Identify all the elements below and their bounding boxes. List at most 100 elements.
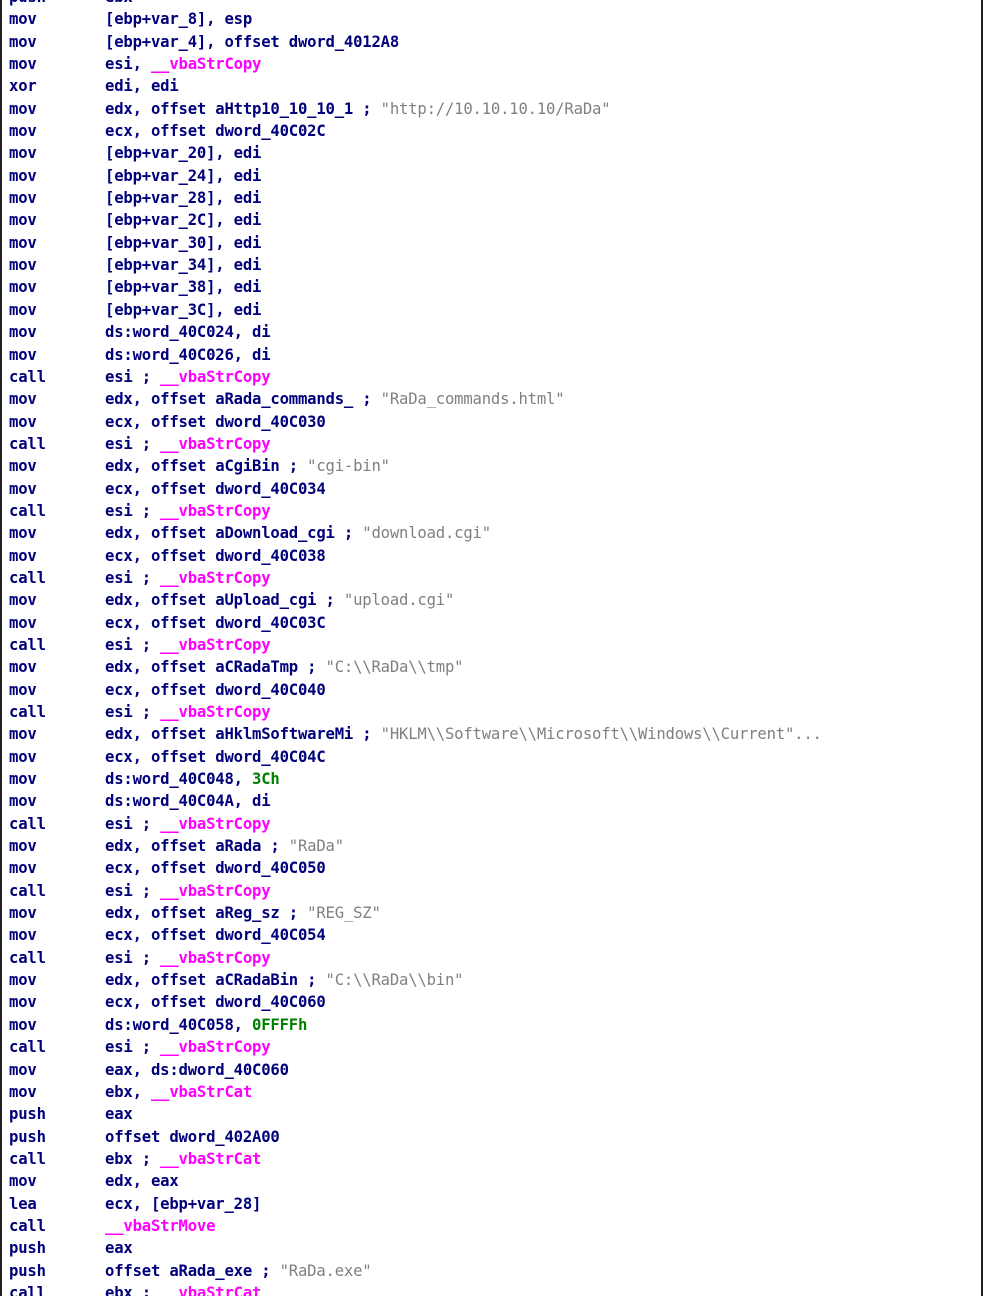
code-line[interactable]: mov [ebp+var_28], edi	[2, 187, 981, 209]
code-line[interactable]: push ebx	[2, 0, 981, 8]
code-line[interactable]: call ebx ; __vbaStrCat	[2, 1148, 981, 1170]
code-line[interactable]: call esi ; __vbaStrCopy	[2, 634, 981, 656]
operand-text: esi ;	[105, 703, 161, 721]
code-line[interactable]: mov edx, offset aCRadaTmp ; "C:\\RaDa\\tm…	[2, 656, 981, 678]
mnemonic: mov	[9, 546, 37, 565]
code-line[interactable]: mov ecx, offset dword_40C03C	[2, 612, 981, 634]
code-line[interactable]: mov edx, offset aRada_commands_ ; "RaDa_c…	[2, 388, 981, 410]
code-line[interactable]: mov ecx, offset dword_40C04C	[2, 746, 981, 768]
import-name[interactable]: __vbaStrCopy	[160, 368, 270, 386]
code-line[interactable]: call esi ; __vbaStrCopy	[2, 947, 981, 969]
code-line[interactable]: mov [ebp+var_24], edi	[2, 165, 981, 187]
code-line[interactable]: mov eax, ds:dword_40C060	[2, 1059, 981, 1081]
code-line[interactable]: mov [ebp+var_4], offset dword_4012A8	[2, 31, 981, 53]
import-name[interactable]: __vbaStrCopy	[160, 1038, 270, 1056]
code-line[interactable]: mov ecx, offset dword_40C060	[2, 991, 981, 1013]
import-name[interactable]: __vbaStrCat	[151, 1083, 252, 1101]
code-line[interactable]: call esi ; __vbaStrCopy	[2, 433, 981, 455]
code-line[interactable]: push offset aRada_exe ; "RaDa.exe"	[2, 1260, 981, 1282]
code-line[interactable]: call __vbaStrMove	[2, 1215, 981, 1237]
code-line[interactable]: mov ds:word_40C024, di	[2, 321, 981, 343]
code-line[interactable]: mov [ebp+var_8], esp	[2, 8, 981, 30]
mnemonic: push	[9, 0, 46, 8]
code-line[interactable]: mov edx, offset aDownload_cgi ; "download…	[2, 522, 981, 544]
import-name[interactable]: __vbaStrCat	[160, 1284, 261, 1296]
code-line[interactable]: mov [ebp+var_30], edi	[2, 232, 981, 254]
mnemonic: mov	[9, 278, 37, 297]
code-line[interactable]: mov ds:word_40C04A, di	[2, 790, 981, 812]
operand-text: ecx, offset dword_40C038	[105, 546, 326, 565]
import-name[interactable]: __vbaStrCopy	[160, 703, 270, 721]
operand-text: edx, offset aCRadaBin	[105, 971, 298, 990]
operands: edx, offset aCRadaTmp ; "C:\\RaDa\\tmp"	[105, 656, 464, 678]
code-line[interactable]: mov ecx, offset dword_40C034	[2, 478, 981, 500]
code-line[interactable]: mov [ebp+var_34], edi	[2, 254, 981, 276]
operands: edx, offset aRada_commands_ ; "RaDa_comm…	[105, 388, 565, 410]
mnemonic: push	[9, 1127, 46, 1146]
comment-separator: ;	[334, 524, 363, 543]
code-line[interactable]: mov edx, offset aUpload_cgi ; "upload.cgi…	[2, 589, 981, 611]
code-line[interactable]: call esi ; __vbaStrCopy	[2, 813, 981, 835]
mnemonic: push	[9, 1261, 46, 1280]
code-line[interactable]: mov ds:word_40C026, di	[2, 344, 981, 366]
import-name[interactable]: __vbaStrMove	[105, 1217, 215, 1235]
code-line[interactable]: mov ecx, offset dword_40C038	[2, 545, 981, 567]
import-name[interactable]: __vbaStrCopy	[160, 502, 270, 520]
code-line[interactable]: mov ebx, __vbaStrCat	[2, 1081, 981, 1103]
string-comment: "download.cgi"	[362, 524, 491, 543]
code-line[interactable]: call esi ; __vbaStrCopy	[2, 366, 981, 388]
code-line[interactable]: lea ecx, [ebp+var_28]	[2, 1193, 981, 1215]
code-line[interactable]: mov esi, __vbaStrCopy	[2, 53, 981, 75]
code-line[interactable]: mov edx, offset aReg_sz ; "REG_SZ"	[2, 902, 981, 924]
code-line[interactable]: call esi ; __vbaStrCopy	[2, 567, 981, 589]
import-name[interactable]: __vbaStrCopy	[160, 636, 270, 654]
code-line[interactable]: mov edx, offset aCRadaBin ; "C:\\RaDa\\bi…	[2, 969, 981, 991]
code-line[interactable]: mov [ebp+var_20], edi	[2, 142, 981, 164]
import-name[interactable]: __vbaStrCopy	[151, 55, 261, 73]
code-line[interactable]: mov ecx, offset dword_40C054	[2, 924, 981, 946]
code-line[interactable]: mov ds:word_40C058, 0FFFFh	[2, 1014, 981, 1036]
disassembly-view[interactable]: push ebx mov [ebp+var_8], esp mov [ebp+var_4]…	[0, 0, 983, 1296]
code-line[interactable]: mov [ebp+var_2C], edi	[2, 209, 981, 231]
code-line[interactable]: mov [ebp+var_38], edi	[2, 276, 981, 298]
code-line[interactable]: call ebx ; __vbaStrCat	[2, 1282, 981, 1296]
code-line[interactable]: mov ecx, offset dword_40C030	[2, 411, 981, 433]
import-name[interactable]: __vbaStrCat	[160, 1150, 261, 1168]
mnemonic: mov	[9, 233, 37, 252]
comment-separator: ;	[353, 390, 381, 409]
code-line[interactable]: mov ecx, offset dword_40C040	[2, 679, 981, 701]
operands: edx, offset aReg_sz ; "REG_SZ"	[105, 902, 381, 924]
code-line[interactable]: mov edx, offset aHttp10_10_10_1 ; "http:/…	[2, 98, 981, 120]
code-line[interactable]: push eax	[2, 1103, 981, 1125]
import-name[interactable]: __vbaStrCopy	[160, 882, 270, 900]
code-line[interactable]: mov ecx, offset dword_40C02C	[2, 120, 981, 142]
code-line[interactable]: mov edx, offset aRada ; "RaDa"	[2, 835, 981, 857]
operand-text: [ebp+var_3C], edi	[105, 300, 262, 319]
code-line[interactable]: mov edx, offset aHklmSoftwareMi ; "HKLM\\…	[2, 723, 981, 745]
operand-text: edi, edi	[105, 77, 179, 96]
code-line[interactable]: mov ds:word_40C048, 3Ch	[2, 768, 981, 790]
operand-text: [ebp+var_4], offset dword_4012A8	[105, 32, 400, 51]
operands: esi ; __vbaStrCopy	[105, 634, 271, 656]
code-line[interactable]: xor edi, edi	[2, 75, 981, 97]
code-line[interactable]: call esi ; __vbaStrCopy	[2, 701, 981, 723]
operand-text: esi ;	[105, 434, 161, 453]
code-line[interactable]: call esi ; __vbaStrCopy	[2, 880, 981, 902]
import-name[interactable]: __vbaStrCopy	[160, 815, 270, 833]
code-line[interactable]: mov edx, offset aCgiBin ; "cgi-bin"	[2, 455, 981, 477]
code-line[interactable]: call esi ; __vbaStrCopy	[2, 1036, 981, 1058]
code-line[interactable]: call esi ; __vbaStrCopy	[2, 500, 981, 522]
operands: [ebp+var_20], edi	[105, 142, 261, 164]
code-line[interactable]: mov edx, eax	[2, 1170, 981, 1192]
code-line[interactable]: push offset dword_402A00	[2, 1126, 981, 1148]
code-line[interactable]: mov [ebp+var_3C], edi	[2, 299, 981, 321]
code-line[interactable]: push eax	[2, 1237, 981, 1259]
operands: edx, offset aRada ; "RaDa"	[105, 835, 344, 857]
import-name[interactable]: __vbaStrCopy	[160, 435, 270, 453]
mnemonic: mov	[9, 613, 37, 632]
import-name[interactable]: __vbaStrCopy	[160, 569, 270, 587]
code-line[interactable]: mov ecx, offset dword_40C050	[2, 857, 981, 879]
operands: [ebp+var_34], edi	[105, 254, 261, 276]
import-name[interactable]: __vbaStrCopy	[160, 949, 270, 967]
string-comment: "cgi-bin"	[307, 457, 390, 476]
